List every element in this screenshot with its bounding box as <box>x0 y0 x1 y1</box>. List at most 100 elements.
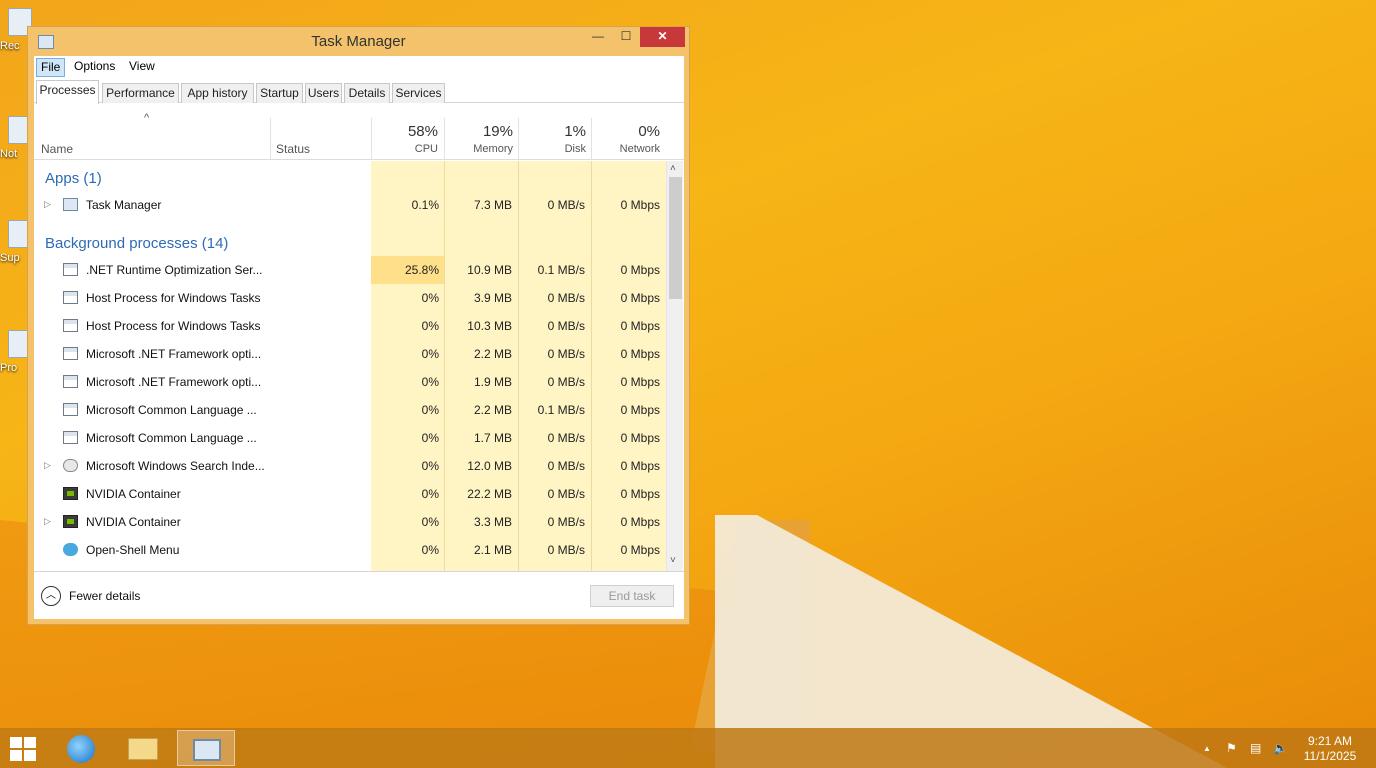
cpu-value: 0% <box>421 291 439 305</box>
memory-value: 3.9 MB <box>473 291 512 305</box>
memory-label: Memory <box>473 143 513 155</box>
disk-value: 0.1 MB/s <box>537 403 585 417</box>
column-name-header[interactable]: Name <box>41 142 73 156</box>
app-row-task-manager[interactable]: ▷ Task Manager 0.1% 7.3 MB 0 MB/s 0 Mbps <box>34 191 666 219</box>
memory-percent: 19% <box>482 123 513 140</box>
minimize-button[interactable]: — <box>584 27 612 47</box>
action-center-flag-icon[interactable]: ⚑ <box>1226 741 1237 755</box>
memory-value: 1.9 MB <box>473 375 512 389</box>
tab-services[interactable]: Services <box>392 83 445 103</box>
tab-strip: Processes Performance App history Startu… <box>34 80 684 104</box>
taskbar: ▲ ⚑ ▤ 🔈 9:21 AM 11/1/2025 <box>0 728 1376 768</box>
column-status-header[interactable]: Status <box>276 142 310 156</box>
windows-logo-icon <box>10 737 22 748</box>
column-divider[interactable] <box>270 118 271 160</box>
expand-arrow-icon[interactable]: ▷ <box>44 199 51 210</box>
expand-arrow-icon[interactable]: ▷ <box>44 460 51 471</box>
disk-value: 0 MB/s <box>547 319 585 333</box>
network-icon[interactable]: ▤ <box>1250 741 1261 755</box>
start-button[interactable] <box>10 737 38 761</box>
group-header-apps[interactable]: Apps (1) <box>34 163 666 191</box>
task-manager-icon <box>63 198 78 211</box>
process-row[interactable]: ▷ Microsoft Windows Search Inde... 0% 12.0 … <box>34 452 666 480</box>
disk-value: 0 MB/s <box>547 291 585 305</box>
process-name: Microsoft .NET Framework opti... <box>86 347 262 361</box>
tab-startup[interactable]: Startup <box>256 83 303 103</box>
network-label: Network <box>619 143 660 155</box>
scroll-thumb[interactable] <box>669 177 682 299</box>
process-name: NVIDIA Container <box>86 487 181 501</box>
process-name: Microsoft .NET Framework opti... <box>86 375 262 389</box>
end-task-button[interactable]: End task <box>590 585 674 607</box>
taskbar-file-explorer[interactable] <box>114 730 172 766</box>
network-value: 0 Mbps <box>620 515 660 529</box>
process-icon <box>63 347 78 360</box>
taskbar-internet-explorer[interactable] <box>52 730 110 766</box>
taskbar-task-manager[interactable] <box>177 730 235 766</box>
process-name: Microsoft Windows Search Inde... <box>86 459 265 473</box>
process-name: Microsoft Common Language ... <box>86 431 257 445</box>
process-row[interactable]: Open-Shell Menu 0% 2.1 MB 0 MB/s 0 Mbps <box>34 536 666 564</box>
windows-logo-pane <box>24 750 36 761</box>
disk-value: 0 MB/s <box>547 459 585 473</box>
process-row[interactable]: Microsoft Common Language ... 0% 1.7 MB 0 M… <box>34 424 666 452</box>
desktop-icon-recycle-bin[interactable]: Rec <box>0 8 32 52</box>
cpu-value: 0% <box>421 515 439 529</box>
tab-users[interactable]: Users <box>305 83 342 103</box>
browser-icon <box>67 735 95 763</box>
maximize-button[interactable]: ☐ <box>612 27 640 47</box>
show-hidden-icons-icon[interactable]: ▲ <box>1203 744 1211 753</box>
process-name: Microsoft Common Language ... <box>86 403 257 417</box>
tab-processes[interactable]: Processes <box>36 80 99 104</box>
memory-value: 3.3 MB <box>473 515 512 529</box>
process-icon <box>63 543 78 556</box>
network-value: 0 Mbps <box>620 403 660 417</box>
process-row[interactable]: Microsoft .NET Framework opti... 0% 1.9 MB… <box>34 368 666 396</box>
group-header-background[interactable]: Background processes (14) <box>34 228 666 256</box>
desktop-icon-program[interactable]: Pro <box>0 330 32 374</box>
process-row[interactable]: Host Process for Windows Tasks 0% 10.3 MB 0… <box>34 312 666 340</box>
process-name: Host Process for Windows Tasks <box>86 291 261 305</box>
process-icon <box>63 403 78 416</box>
volume-icon[interactable]: 🔈 <box>1273 741 1288 755</box>
desktop-icon-support[interactable]: Sup <box>0 220 32 264</box>
scroll-down-icon[interactable]: ˅ <box>670 555 676 566</box>
cpu-value: 0% <box>421 431 439 445</box>
disk-value: 0 MB/s <box>547 198 585 212</box>
tab-details[interactable]: Details <box>344 83 390 103</box>
memory-value: 1.7 MB <box>473 431 512 445</box>
network-percent: 0% <box>638 123 660 140</box>
process-row[interactable]: Microsoft .NET Framework opti... 0% 2.2 MB… <box>34 340 666 368</box>
system-clock[interactable]: 9:21 AM 11/1/2025 <box>1300 734 1360 764</box>
network-value: 0 Mbps <box>620 291 660 305</box>
desktop-icon-notepad[interactable]: Not <box>0 116 32 160</box>
cpu-label: CPU <box>414 143 438 155</box>
desktop-icon-label: Pro <box>0 362 18 374</box>
memory-value: 7.3 MB <box>473 198 512 212</box>
memory-value: 2.2 MB <box>473 347 512 361</box>
network-value: 0 Mbps <box>620 431 660 445</box>
process-row[interactable]: .NET Runtime Optimization Ser... 25.8% 10.… <box>34 256 666 284</box>
menu-options[interactable]: Options <box>70 58 119 77</box>
process-row[interactable]: ▷ NVIDIA Container 0% 3.3 MB 0 MB/s 0 Mbps <box>34 508 666 536</box>
network-value: 0 Mbps <box>620 459 660 473</box>
process-name: NVIDIA Container <box>86 515 181 529</box>
menu-view[interactable]: View <box>125 58 159 77</box>
close-button[interactable]: ✕ <box>640 27 685 47</box>
title-bar[interactable]: Task Manager — ☐ ✕ <box>28 27 689 57</box>
process-icon <box>63 487 78 500</box>
scroll-up-icon[interactable]: ˄ <box>670 163 676 174</box>
disk-value: 0 MB/s <box>547 375 585 389</box>
process-icon <box>63 431 78 444</box>
vertical-scrollbar[interactable]: ˄ ˅ <box>666 161 683 571</box>
disk-value: 0 MB/s <box>547 543 585 557</box>
process-row[interactable]: Microsoft Common Language ... 0% 2.2 MB 0.1… <box>34 396 666 424</box>
expand-arrow-icon[interactable]: ▷ <box>44 516 51 527</box>
sort-arrow-icon: ^ <box>144 112 150 124</box>
process-row[interactable]: Host Process for Windows Tasks 0% 3.9 MB 0 … <box>34 284 666 312</box>
process-row[interactable]: NVIDIA Container 0% 22.2 MB 0 MB/s 0 Mbps <box>34 480 666 508</box>
tab-performance[interactable]: Performance <box>102 83 179 103</box>
menu-file[interactable]: File <box>36 58 66 77</box>
cpu-percent: 58% <box>407 123 438 140</box>
tab-app-history[interactable]: App history <box>181 83 254 103</box>
